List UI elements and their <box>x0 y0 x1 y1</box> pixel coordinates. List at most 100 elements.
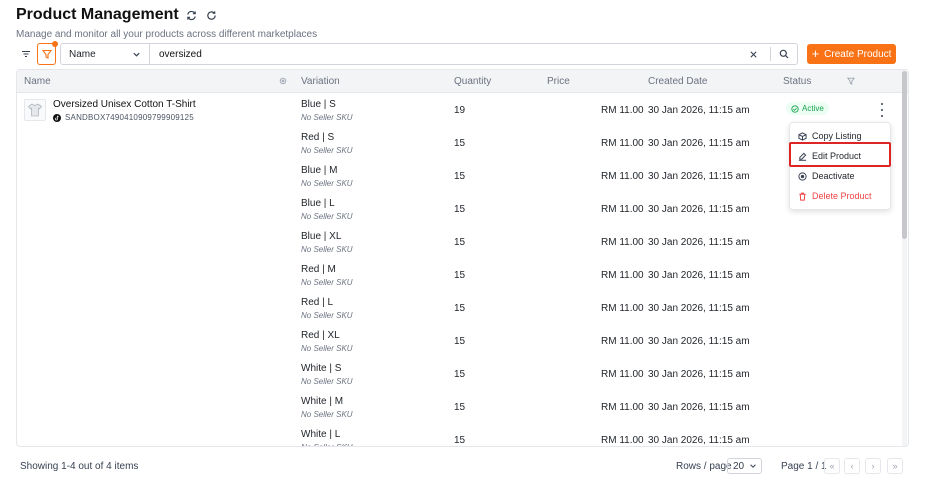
col-created-date: Created Date <box>648 76 708 87</box>
quantity-cell: 15 <box>454 237 466 248</box>
price-cell: RM 11.00 <box>601 435 644 446</box>
price-cell: RM 11.00 <box>601 303 644 314</box>
chevron-down-icon <box>750 464 756 468</box>
prev-page-button[interactable]: ‹ <box>844 458 860 474</box>
table-row: White | L No Seller SKU 15 RM 11.00 30 Jan 2… <box>17 424 903 446</box>
seller-sku: No Seller SKU <box>301 443 353 446</box>
seller-sku: No Seller SKU <box>301 311 353 320</box>
variation-cell: Blue | XL No Seller SKU <box>301 231 353 254</box>
page-indicator: Page 1 / 1 <box>781 461 827 472</box>
price-cell: RM 11.00 <box>601 369 644 380</box>
variation-cell: Red | S No Seller SKU <box>301 132 353 155</box>
next-page-button[interactable]: › <box>865 458 881 474</box>
page-header: Product Management Manage and monitor al… <box>16 6 317 40</box>
status-filter-icon[interactable] <box>846 77 856 88</box>
table-row: Blue | L No Seller SKU 15 RM 11.00 30 Jan 20… <box>17 193 903 226</box>
variation-name: Blue | XL <box>301 231 342 242</box>
seller-sku: No Seller SKU <box>301 410 353 419</box>
page-title: Product Management <box>16 6 179 23</box>
created-date-cell: 30 Jan 2026, 11:15 am <box>648 435 750 446</box>
refresh-icon[interactable] <box>205 8 219 22</box>
menu-copy-label: Copy Listing <box>812 131 862 141</box>
price-cell: RM 11.00 <box>601 237 644 248</box>
rows-per-page-value: 20 <box>733 460 745 472</box>
quantity-cell: 15 <box>454 204 466 215</box>
search-input[interactable] <box>159 48 746 60</box>
table-row: Red | L No Seller SKU 15 RM 11.00 30 Jan 202… <box>17 292 903 325</box>
created-date-cell: 30 Jan 2026, 11:15 am <box>648 138 750 149</box>
scrollbar-thumb[interactable] <box>902 71 907 239</box>
variation-name: Red | L <box>301 297 334 308</box>
created-date-cell: 30 Jan 2026, 11:15 am <box>648 402 750 413</box>
vertical-scrollbar[interactable] <box>902 70 907 446</box>
edit-icon <box>798 152 807 161</box>
page-subtitle: Manage and monitor all your products acr… <box>16 29 318 40</box>
table-row: Red | S No Seller SKU 15 RM 11.00 30 Jan 202… <box>17 127 903 160</box>
price-cell: RM 11.00 <box>601 204 644 215</box>
plus-icon: + <box>811 46 820 61</box>
seller-sku: No Seller SKU <box>301 146 353 155</box>
chevron-down-icon <box>133 52 140 57</box>
variation-name: White | S <box>301 363 342 374</box>
search-box <box>150 43 798 65</box>
sync-icon[interactable] <box>185 8 199 22</box>
table-header: Name Variation Quantity Price Created Da… <box>17 70 908 93</box>
variation-name: Red | M <box>301 264 336 275</box>
quantity-cell: 19 <box>454 105 466 116</box>
sort-lines-icon <box>21 50 30 58</box>
menu-edit-label: Edit Product <box>812 151 862 161</box>
seller-sku: No Seller SKU <box>301 113 353 122</box>
deactivate-icon <box>798 171 807 181</box>
menu-edit-product[interactable]: Edit Product <box>791 146 891 166</box>
created-date-cell: 30 Jan 2026, 11:15 am <box>648 270 750 281</box>
row-actions-menu: Copy Listing Edit Product Deactivate Del… <box>789 122 891 210</box>
filter-button[interactable] <box>37 41 58 65</box>
column-settings-button[interactable] <box>16 43 35 65</box>
quantity-cell: 15 <box>454 402 466 413</box>
col-price: Price <box>547 76 570 87</box>
create-product-label: Create Product <box>824 48 892 60</box>
menu-delete-product[interactable]: Delete Product <box>791 186 891 206</box>
search-field-select[interactable]: Name <box>60 43 150 65</box>
created-date-cell: 30 Jan 2026, 11:15 am <box>648 105 750 116</box>
variation-cell: White | M No Seller SKU <box>301 396 353 419</box>
filter-icon <box>41 49 52 59</box>
copy-icon <box>798 131 807 141</box>
search-field-value: Name <box>69 48 96 60</box>
menu-copy-listing[interactable]: Copy Listing <box>791 126 891 146</box>
quantity-cell: 15 <box>454 138 466 149</box>
seller-sku: No Seller SKU <box>301 179 353 188</box>
toolbar: Name + Create Product <box>16 41 909 65</box>
first-page-button[interactable]: « <box>824 458 840 474</box>
column-settings-icon[interactable] <box>279 77 287 88</box>
col-variation: Variation <box>301 76 340 87</box>
variation-name: Red | S <box>301 132 335 143</box>
search-icon[interactable] <box>777 47 791 61</box>
seller-sku: No Seller SKU <box>301 245 353 254</box>
table-row: Blue | S No Seller SKU 19 RM 11.00 30 Jan 20… <box>17 94 903 127</box>
seller-sku: No Seller SKU <box>301 278 353 287</box>
created-date-cell: 30 Jan 2026, 11:15 am <box>648 336 750 347</box>
table-row: White | M No Seller SKU 15 RM 11.00 30 Jan 2… <box>17 391 903 424</box>
quantity-cell: 15 <box>454 270 466 281</box>
created-date-cell: 30 Jan 2026, 11:15 am <box>648 237 750 248</box>
rows-per-page-select[interactable]: 20 <box>727 458 762 474</box>
clear-search-icon[interactable] <box>746 47 760 61</box>
filter-active-dot <box>52 41 58 47</box>
col-status: Status <box>783 76 812 87</box>
menu-deactivate[interactable]: Deactivate <box>791 166 891 186</box>
created-date-cell: 30 Jan 2026, 11:15 am <box>648 303 750 314</box>
price-cell: RM 11.00 <box>601 105 644 116</box>
create-product-button[interactable]: + Create Product <box>807 44 896 64</box>
last-page-button[interactable]: » <box>887 458 903 474</box>
variation-cell: Blue | S No Seller SKU <box>301 99 353 122</box>
trash-icon <box>799 192 806 201</box>
col-name: Name <box>24 76 51 87</box>
variation-cell: Blue | M No Seller SKU <box>301 165 353 188</box>
variation-cell: White | L No Seller SKU <box>301 429 353 446</box>
table-row: Blue | M No Seller SKU 15 RM 11.00 30 Jan 20… <box>17 160 903 193</box>
variation-name: Red | XL <box>301 330 340 341</box>
quantity-cell: 15 <box>454 336 466 347</box>
variation-cell: White | S No Seller SKU <box>301 363 353 386</box>
quantity-cell: 15 <box>454 369 466 380</box>
